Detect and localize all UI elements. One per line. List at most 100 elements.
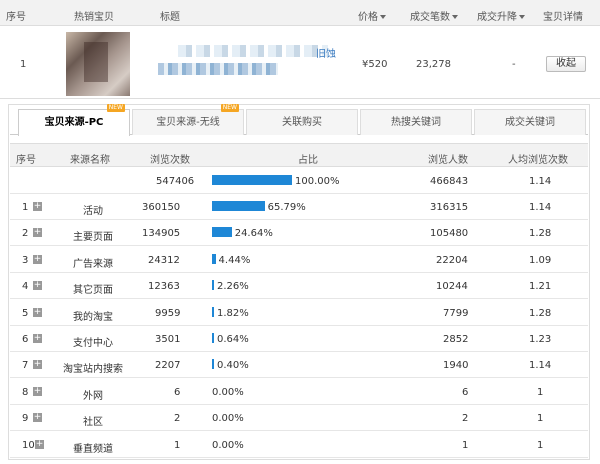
table-row: 9 + 社区 2 0.00% 2 1 xyxy=(10,405,588,432)
product-index: 1 xyxy=(20,59,27,70)
header-hot-item: 热销宝贝 xyxy=(74,12,114,23)
table-row: 10 + 垂直频道 1 0.00% 1 1 xyxy=(10,432,588,458)
row-views: 1 xyxy=(174,439,181,451)
row-share: 2.26% xyxy=(217,281,249,293)
tab-source-pc[interactable]: 宝贝来源-PC NEW xyxy=(18,104,130,136)
row-views: 2207 xyxy=(155,360,181,372)
row-index: 9 xyxy=(22,413,29,425)
row-views: 24312 xyxy=(148,254,180,266)
plus-square-icon[interactable]: + xyxy=(33,386,42,396)
table-row: 7 + 淘宝站内搜索 2207 0.40% 1940 1.14 xyxy=(10,352,588,379)
row-visitors: 22204 xyxy=(436,254,468,266)
share-bar xyxy=(212,306,214,317)
product-trend: - xyxy=(512,59,516,70)
row-views: 2 xyxy=(174,413,181,425)
row-source: 支付中心 xyxy=(73,338,113,349)
row-per-person: 1 xyxy=(537,439,544,451)
tab-label: 宝贝来源-无线 xyxy=(156,117,220,128)
product-title-link[interactable]: 旧蚀 xyxy=(316,45,336,60)
share-bar xyxy=(212,253,216,264)
table-row: 4 + 其它页面 12363 2.26% 10244 1.21 xyxy=(10,273,588,300)
row-per-person: 1.14 xyxy=(529,360,552,372)
plus-square-icon[interactable]: + xyxy=(33,334,42,343)
share-bar xyxy=(212,201,265,211)
row-source: 广告来源 xyxy=(73,258,113,270)
row-views: 9959 xyxy=(155,307,181,319)
plus-square-icon[interactable]: + xyxy=(33,413,42,423)
row-visitors: 6 xyxy=(462,386,469,398)
plus-square-icon[interactable]: + xyxy=(33,307,42,317)
col-visitors: 浏览人数 xyxy=(428,155,468,166)
row-visitors: 10244 xyxy=(436,281,468,293)
product-price: ¥520 xyxy=(362,59,388,70)
product-row: 1 旧蚀 ¥520 23,278 - 收起 xyxy=(0,27,600,99)
total-per-person: 1.14 xyxy=(529,176,552,187)
share-bar xyxy=(212,280,214,291)
row-share: 0.64% xyxy=(217,334,249,345)
total-row: 547406 100.00% 466843 1.14 xyxy=(10,168,588,194)
row-index: 3 xyxy=(22,254,29,266)
plus-square-icon[interactable]: + xyxy=(33,202,42,211)
row-index: 2 xyxy=(22,228,29,240)
col-views: 浏览次数 xyxy=(150,155,190,166)
product-table-header: 序号 热销宝贝 标题 价格 成交笔数 成交升降 宝贝详情 xyxy=(0,0,600,26)
tab-related-purchase[interactable]: 关联购买 xyxy=(246,109,358,135)
row-views: 134905 xyxy=(142,228,181,240)
collapse-button[interactable]: 收起 xyxy=(546,56,586,72)
row-source: 社区 xyxy=(83,417,103,429)
row-per-person: 1.21 xyxy=(529,281,552,293)
row-views: 6 xyxy=(174,386,181,398)
row-share: 24.64% xyxy=(234,228,273,240)
header-title: 标题 xyxy=(160,12,180,23)
row-visitors: 1940 xyxy=(443,360,469,372)
row-index: 1 xyxy=(22,202,29,213)
plus-square-icon[interactable]: + xyxy=(33,228,42,238)
plus-square-icon[interactable]: + xyxy=(33,360,42,370)
row-visitors: 7799 xyxy=(443,307,469,319)
col-index: 序号 xyxy=(16,155,36,166)
tab-label: 关联购买 xyxy=(282,117,322,128)
row-index: 4 xyxy=(22,281,29,293)
row-per-person: 1 xyxy=(537,413,544,425)
share-bar xyxy=(212,227,232,238)
tab-hot-keywords[interactable]: 热搜关键词 xyxy=(360,109,472,135)
table-row: 1 + 活动 360150 65.79% 316315 1.14 xyxy=(10,194,588,220)
row-per-person: 1 xyxy=(537,386,544,398)
row-source: 我的淘宝 xyxy=(73,311,113,323)
product-sold: 23,278 xyxy=(416,59,451,70)
tab-deal-keywords[interactable]: 成交关键词 xyxy=(474,109,586,135)
plus-square-icon[interactable]: + xyxy=(33,281,42,291)
total-visitors: 466843 xyxy=(430,176,469,187)
header-price[interactable]: 价格 xyxy=(358,8,386,23)
title-blur-line-1 xyxy=(178,45,328,57)
row-share: 0.00% xyxy=(212,413,244,425)
row-source: 垂直频道 xyxy=(73,443,113,455)
source-table-header: 序号 来源名称 浏览次数 占比 浏览人数 人均浏览次数 xyxy=(10,143,588,167)
row-share: 1.82% xyxy=(217,307,249,319)
plus-square-icon[interactable]: + xyxy=(33,254,42,264)
header-sold[interactable]: 成交笔数 xyxy=(410,8,458,23)
page: 序号 热销宝贝 标题 价格 成交笔数 成交升降 宝贝详情 1 旧蚀 ¥520 2… xyxy=(0,0,600,464)
header-trend[interactable]: 成交升降 xyxy=(477,8,525,23)
row-visitors: 1 xyxy=(462,439,469,451)
row-index: 8 xyxy=(22,386,29,398)
row-index: 10 xyxy=(22,439,35,451)
table-row: 3 + 广告来源 24312 4.44% 22204 1.09 xyxy=(10,247,588,273)
table-row: 8 + 外网 6 0.00% 6 1 xyxy=(10,379,588,405)
total-views: 547406 xyxy=(156,176,195,187)
product-title-blurred[interactable]: 旧蚀 xyxy=(158,45,348,81)
sort-icon xyxy=(380,15,386,19)
tab-source-mobile[interactable]: 宝贝来源-无线 NEW xyxy=(132,104,244,135)
plus-square-icon[interactable]: + xyxy=(35,439,44,449)
product-thumbnail[interactable] xyxy=(66,32,130,96)
row-index: 6 xyxy=(22,334,29,345)
row-per-person: 1.28 xyxy=(529,228,552,240)
tab-label: 成交关键词 xyxy=(505,117,555,128)
row-share: 4.44% xyxy=(218,254,251,266)
share-bar xyxy=(212,333,214,343)
row-share: 0.00% xyxy=(212,439,244,451)
row-source: 其它页面 xyxy=(73,285,113,297)
row-share: 0.00% xyxy=(212,386,244,398)
row-per-person: 1.14 xyxy=(529,202,552,213)
header-detail: 宝贝详情 xyxy=(543,12,583,23)
